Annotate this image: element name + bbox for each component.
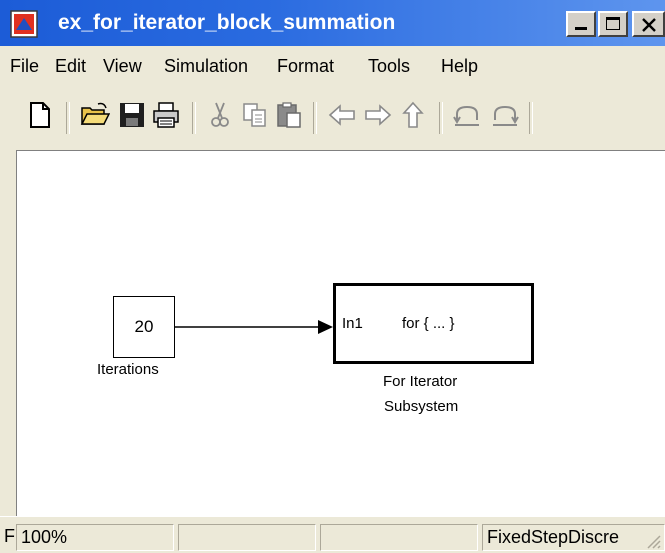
status-bar: F 100% FixedStepDiscre xyxy=(0,516,665,553)
constant-block-label[interactable]: Iterations xyxy=(97,361,159,378)
for-iterator-subsystem-block[interactable]: In1 for { ... } xyxy=(333,283,534,364)
toolbar-separator xyxy=(439,102,443,134)
menu-view[interactable]: View xyxy=(103,46,142,86)
menu-format[interactable]: Format xyxy=(277,46,334,86)
menu-file[interactable]: File xyxy=(10,46,39,86)
window-frame-left xyxy=(0,150,16,516)
menu-help[interactable]: Help xyxy=(441,46,478,86)
up-arrow-icon[interactable] xyxy=(398,100,428,130)
forward-arrow-icon[interactable] xyxy=(363,100,393,130)
close-button[interactable] xyxy=(632,11,665,37)
menu-bar: File Edit View Simulation Format Tools H… xyxy=(0,46,665,86)
redo-icon[interactable] xyxy=(490,100,520,130)
menu-tools[interactable]: Tools xyxy=(368,46,410,86)
input-port-label: In1 xyxy=(342,315,363,332)
toolbar-separator xyxy=(313,102,317,134)
signal-arrowhead-icon xyxy=(318,320,333,334)
paste-icon[interactable] xyxy=(274,100,304,130)
status-prefix: F xyxy=(4,526,15,546)
status-panel-2 xyxy=(178,524,316,551)
model-canvas[interactable]: 20 Iterations In1 for { ... } For Iterat… xyxy=(16,150,665,516)
signal-line[interactable] xyxy=(175,317,335,337)
copy-icon[interactable] xyxy=(240,100,270,130)
toolbar-separator xyxy=(529,102,533,134)
constant-block-iterations[interactable]: 20 xyxy=(113,296,175,358)
subsystem-content-text: for { ... } xyxy=(402,315,455,332)
constant-value: 20 xyxy=(134,317,154,336)
back-arrow-icon[interactable] xyxy=(327,100,357,130)
new-file-icon[interactable] xyxy=(25,100,55,130)
maximize-icon xyxy=(606,17,620,30)
close-icon xyxy=(642,18,656,32)
open-folder-icon[interactable] xyxy=(80,100,110,130)
minimize-button[interactable] xyxy=(566,11,596,37)
model-window: ex_for_iterator_block_summation File Edi… xyxy=(0,0,665,553)
maximize-button[interactable] xyxy=(598,11,628,37)
status-solver: FixedStepDiscre xyxy=(482,524,665,551)
subsystem-label-line2[interactable]: Subsystem xyxy=(384,398,458,415)
menu-simulation[interactable]: Simulation xyxy=(164,46,248,86)
title-bar[interactable]: ex_for_iterator_block_summation xyxy=(0,0,665,46)
minimize-icon xyxy=(575,27,587,30)
toolbar-separator xyxy=(192,102,196,134)
window-title: ex_for_iterator_block_summation xyxy=(58,11,396,34)
toolbar-separator xyxy=(66,102,70,134)
menu-edit[interactable]: Edit xyxy=(55,46,86,86)
subsystem-label-line1[interactable]: For Iterator xyxy=(383,373,457,390)
status-panel-3 xyxy=(320,524,478,551)
save-icon[interactable] xyxy=(117,100,147,130)
resize-grip-icon[interactable] xyxy=(645,533,661,549)
toolbar xyxy=(0,86,665,150)
cut-icon[interactable] xyxy=(205,100,235,130)
status-zoom: 100% xyxy=(16,524,174,551)
undo-icon[interactable] xyxy=(452,100,482,130)
simulink-model-icon[interactable] xyxy=(10,10,38,38)
print-icon[interactable] xyxy=(151,100,181,130)
